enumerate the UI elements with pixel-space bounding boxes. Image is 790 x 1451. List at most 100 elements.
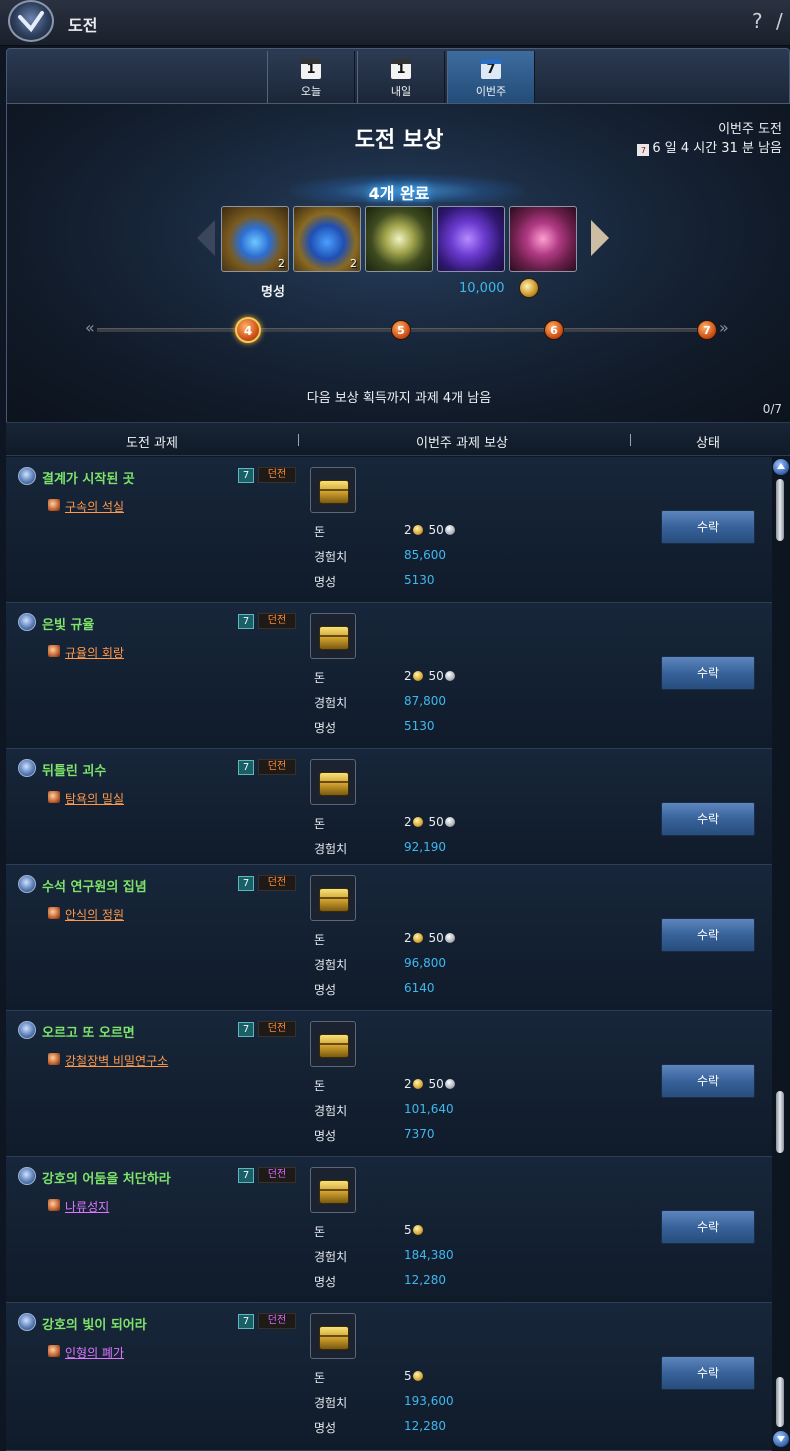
scroll-thumb[interactable] [776,1377,784,1427]
glowing-sphere-item-icon[interactable] [365,206,433,272]
location-icon [48,1053,60,1065]
blue-orb-item-icon[interactable]: 2 [293,206,361,272]
location-icon [48,499,60,511]
challenge-name[interactable]: 강호의 빛이 되어라 [42,1314,147,1333]
progress-start-icon: « [85,318,95,337]
prev-reward-arrow-icon[interactable] [197,220,215,256]
exp-value: 87,800 [404,694,446,708]
quest-icon [18,759,36,777]
calendar-icon: 7 [481,59,501,79]
tab-today[interactable]: 1 오늘 [267,51,355,103]
scrollbar[interactable] [772,457,790,1451]
exp-label: 경험치 [314,550,348,564]
accept-button[interactable]: 수락 [661,802,755,836]
scroll-down-icon[interactable] [773,1431,789,1447]
location-link[interactable]: 인형의 폐가 [65,1344,124,1361]
fame-label: 명성 [314,1421,337,1435]
level-badge: 7 [238,468,254,483]
location-icon [48,791,60,803]
treasure-chest-icon[interactable] [310,1313,356,1359]
treasure-chest-icon[interactable] [310,1167,356,1213]
treasure-chest-icon[interactable] [310,467,356,513]
gold-coin-icon [412,525,423,535]
quest-icon [18,467,36,485]
tab-this-week[interactable]: 7 이번주 [447,51,535,103]
money-label: 돈 [314,1371,326,1385]
fame-value: 6140 [404,981,435,995]
pink-box-item-icon[interactable] [509,206,577,272]
money-value: 2 50 [404,1077,457,1091]
treasure-chest-icon[interactable] [310,875,356,921]
exp-label: 경험치 [314,1396,348,1410]
treasure-chest-icon[interactable] [310,1021,356,1067]
scroll-up-icon[interactable] [773,459,789,475]
gold-coin-icon [412,933,423,943]
location-link[interactable]: 안식의 정원 [65,906,124,923]
money-label: 돈 [314,817,326,831]
location-link[interactable]: 규율의 회랑 [65,644,124,661]
next-reward-message: 다음 보상 획득까지 과제 4개 남음 [306,391,492,406]
level-badge: 7 [238,1314,254,1329]
accept-button[interactable]: 수락 [661,1356,755,1390]
dungeon-tag: 던전 [258,759,296,775]
close-icon[interactable]: / [776,9,783,33]
help-icon[interactable]: ? [752,9,763,33]
silver-coin-icon [444,817,455,827]
scroll-thumb[interactable] [776,1091,784,1153]
exp-label: 경험치 [314,696,348,710]
purple-box-item-icon[interactable] [437,206,505,272]
challenge-name[interactable]: 뒤틀린 괴수 [42,760,106,779]
dungeon-tag: 던전 [258,467,296,483]
treasure-chest-icon[interactable] [310,759,356,805]
exp-value: 96,800 [404,956,446,970]
silver-coin-icon [444,933,455,943]
time-remaining: 76 일 4 시간 31 분 남음 [637,137,782,156]
level-badge: 7 [238,876,254,891]
table-row: 오르고 또 오르면 7 던전 강철장벽 비밀연구소 돈 2 50 경험치 101… [6,1011,772,1157]
tab-tomorrow[interactable]: 1 내일 [357,51,445,103]
level-badge: 7 [238,760,254,775]
location-link[interactable]: 구속의 석실 [65,498,124,515]
next-reward-arrow-icon[interactable] [591,220,609,256]
location-link[interactable]: 탐욕의 밀실 [65,790,124,807]
dungeon-tag: 던전 [258,613,296,629]
location-icon [48,645,60,657]
golden-orb-item-icon[interactable]: 2 [221,206,289,272]
gold-coin-icon [519,278,539,298]
scroll-thumb[interactable] [776,479,784,541]
fame-value: 5130 [404,719,435,733]
progress-end-icon: » [719,318,729,337]
money-reward-value: 10,000 [459,281,505,296]
money-value: 2 50 [404,815,457,829]
column-divider [298,434,299,446]
challenge-name[interactable]: 오르고 또 오르면 [42,1022,135,1041]
table-header: 도전 과제 이번주 과제 보상 상태 [6,422,790,456]
dungeon-tag: 던전 [258,1021,296,1037]
gold-coin-icon [412,1371,423,1381]
exp-value: 193,600 [404,1394,454,1408]
table-row: 뒤틀린 괴수 7 던전 탐욕의 밀실 돈 2 50 경험치 92,190 수락 [6,749,772,865]
quest-icon [18,1313,36,1331]
challenge-name[interactable]: 강호의 어둠을 처단하라 [42,1168,171,1187]
challenge-name[interactable]: 결계가 시작된 곳 [42,468,135,487]
accept-button[interactable]: 수락 [661,918,755,952]
challenge-name[interactable]: 수석 연구원의 집념 [42,876,147,895]
accept-button[interactable]: 수락 [661,1064,755,1098]
table-row: 수석 연구원의 집념 7 던전 안식의 정원 돈 2 50 경험치 96,800… [6,865,772,1011]
fame-value: 12,280 [404,1273,446,1287]
treasure-chest-icon[interactable] [310,613,356,659]
completed-count: 0/7 [762,402,782,416]
accept-button[interactable]: 수락 [661,1210,755,1244]
money-label: 돈 [314,1079,326,1093]
exp-value: 92,190 [404,840,446,854]
exp-value: 101,640 [404,1102,454,1116]
challenge-list: 결계가 시작된 곳 7 던전 구속의 석실 돈 2 50 경험치 85,600 … [6,457,772,1451]
accept-button[interactable]: 수락 [661,656,755,690]
location-link[interactable]: 강철장벽 비밀연구소 [65,1052,168,1069]
location-link[interactable]: 나류성지 [65,1198,109,1215]
fame-label: 명성 [314,983,337,997]
fame-label: 명성 [314,721,337,735]
accept-button[interactable]: 수락 [661,510,755,544]
money-value: 5 [404,1223,425,1237]
challenge-name[interactable]: 은빛 규율 [42,614,94,633]
